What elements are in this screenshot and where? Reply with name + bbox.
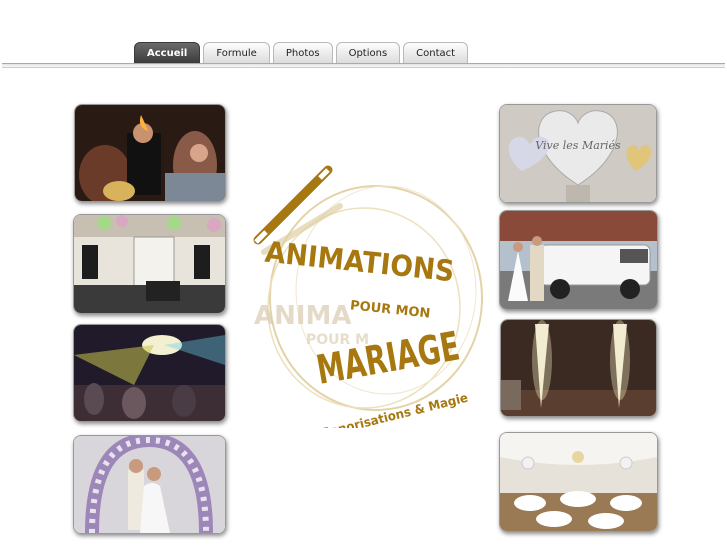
nav-underline-bar <box>2 63 725 68</box>
tab-photos[interactable]: Photos <box>272 42 333 63</box>
photo-heart-balloons: Vive les Mariés <box>499 104 657 203</box>
tab-formule[interactable]: Formule <box>203 42 270 63</box>
logo-line-pour-mon: POUR MON <box>349 298 431 321</box>
animations-mariage-logo: ANIMA POUR M ANIMATIONS POUR MON MARIAGE… <box>236 158 492 428</box>
photo-dance-floor-lights <box>73 324 226 422</box>
photo-reception-hall <box>499 432 658 532</box>
tab-accueil[interactable]: Accueil <box>134 42 201 63</box>
tab-options[interactable]: Options <box>335 42 401 63</box>
photo-balloon-arch-couple <box>73 435 226 534</box>
svg-text:ANIMA: ANIMA <box>254 301 352 331</box>
balloon-lettering: Vive les Mariés <box>535 139 621 152</box>
photo-indoor-fireworks <box>500 319 657 417</box>
tab-contact[interactable]: Contact <box>403 42 469 63</box>
photo-magician-show <box>74 104 226 202</box>
main-nav: Accueil Formule Photos Options Contact <box>134 42 469 64</box>
photo-hummer-limousine <box>499 210 658 310</box>
photo-dj-setup <box>73 214 226 314</box>
logo-line-animations: ANIMATIONS <box>263 235 456 289</box>
logo-line-tagline: Sonorisations & Magie <box>320 390 469 428</box>
